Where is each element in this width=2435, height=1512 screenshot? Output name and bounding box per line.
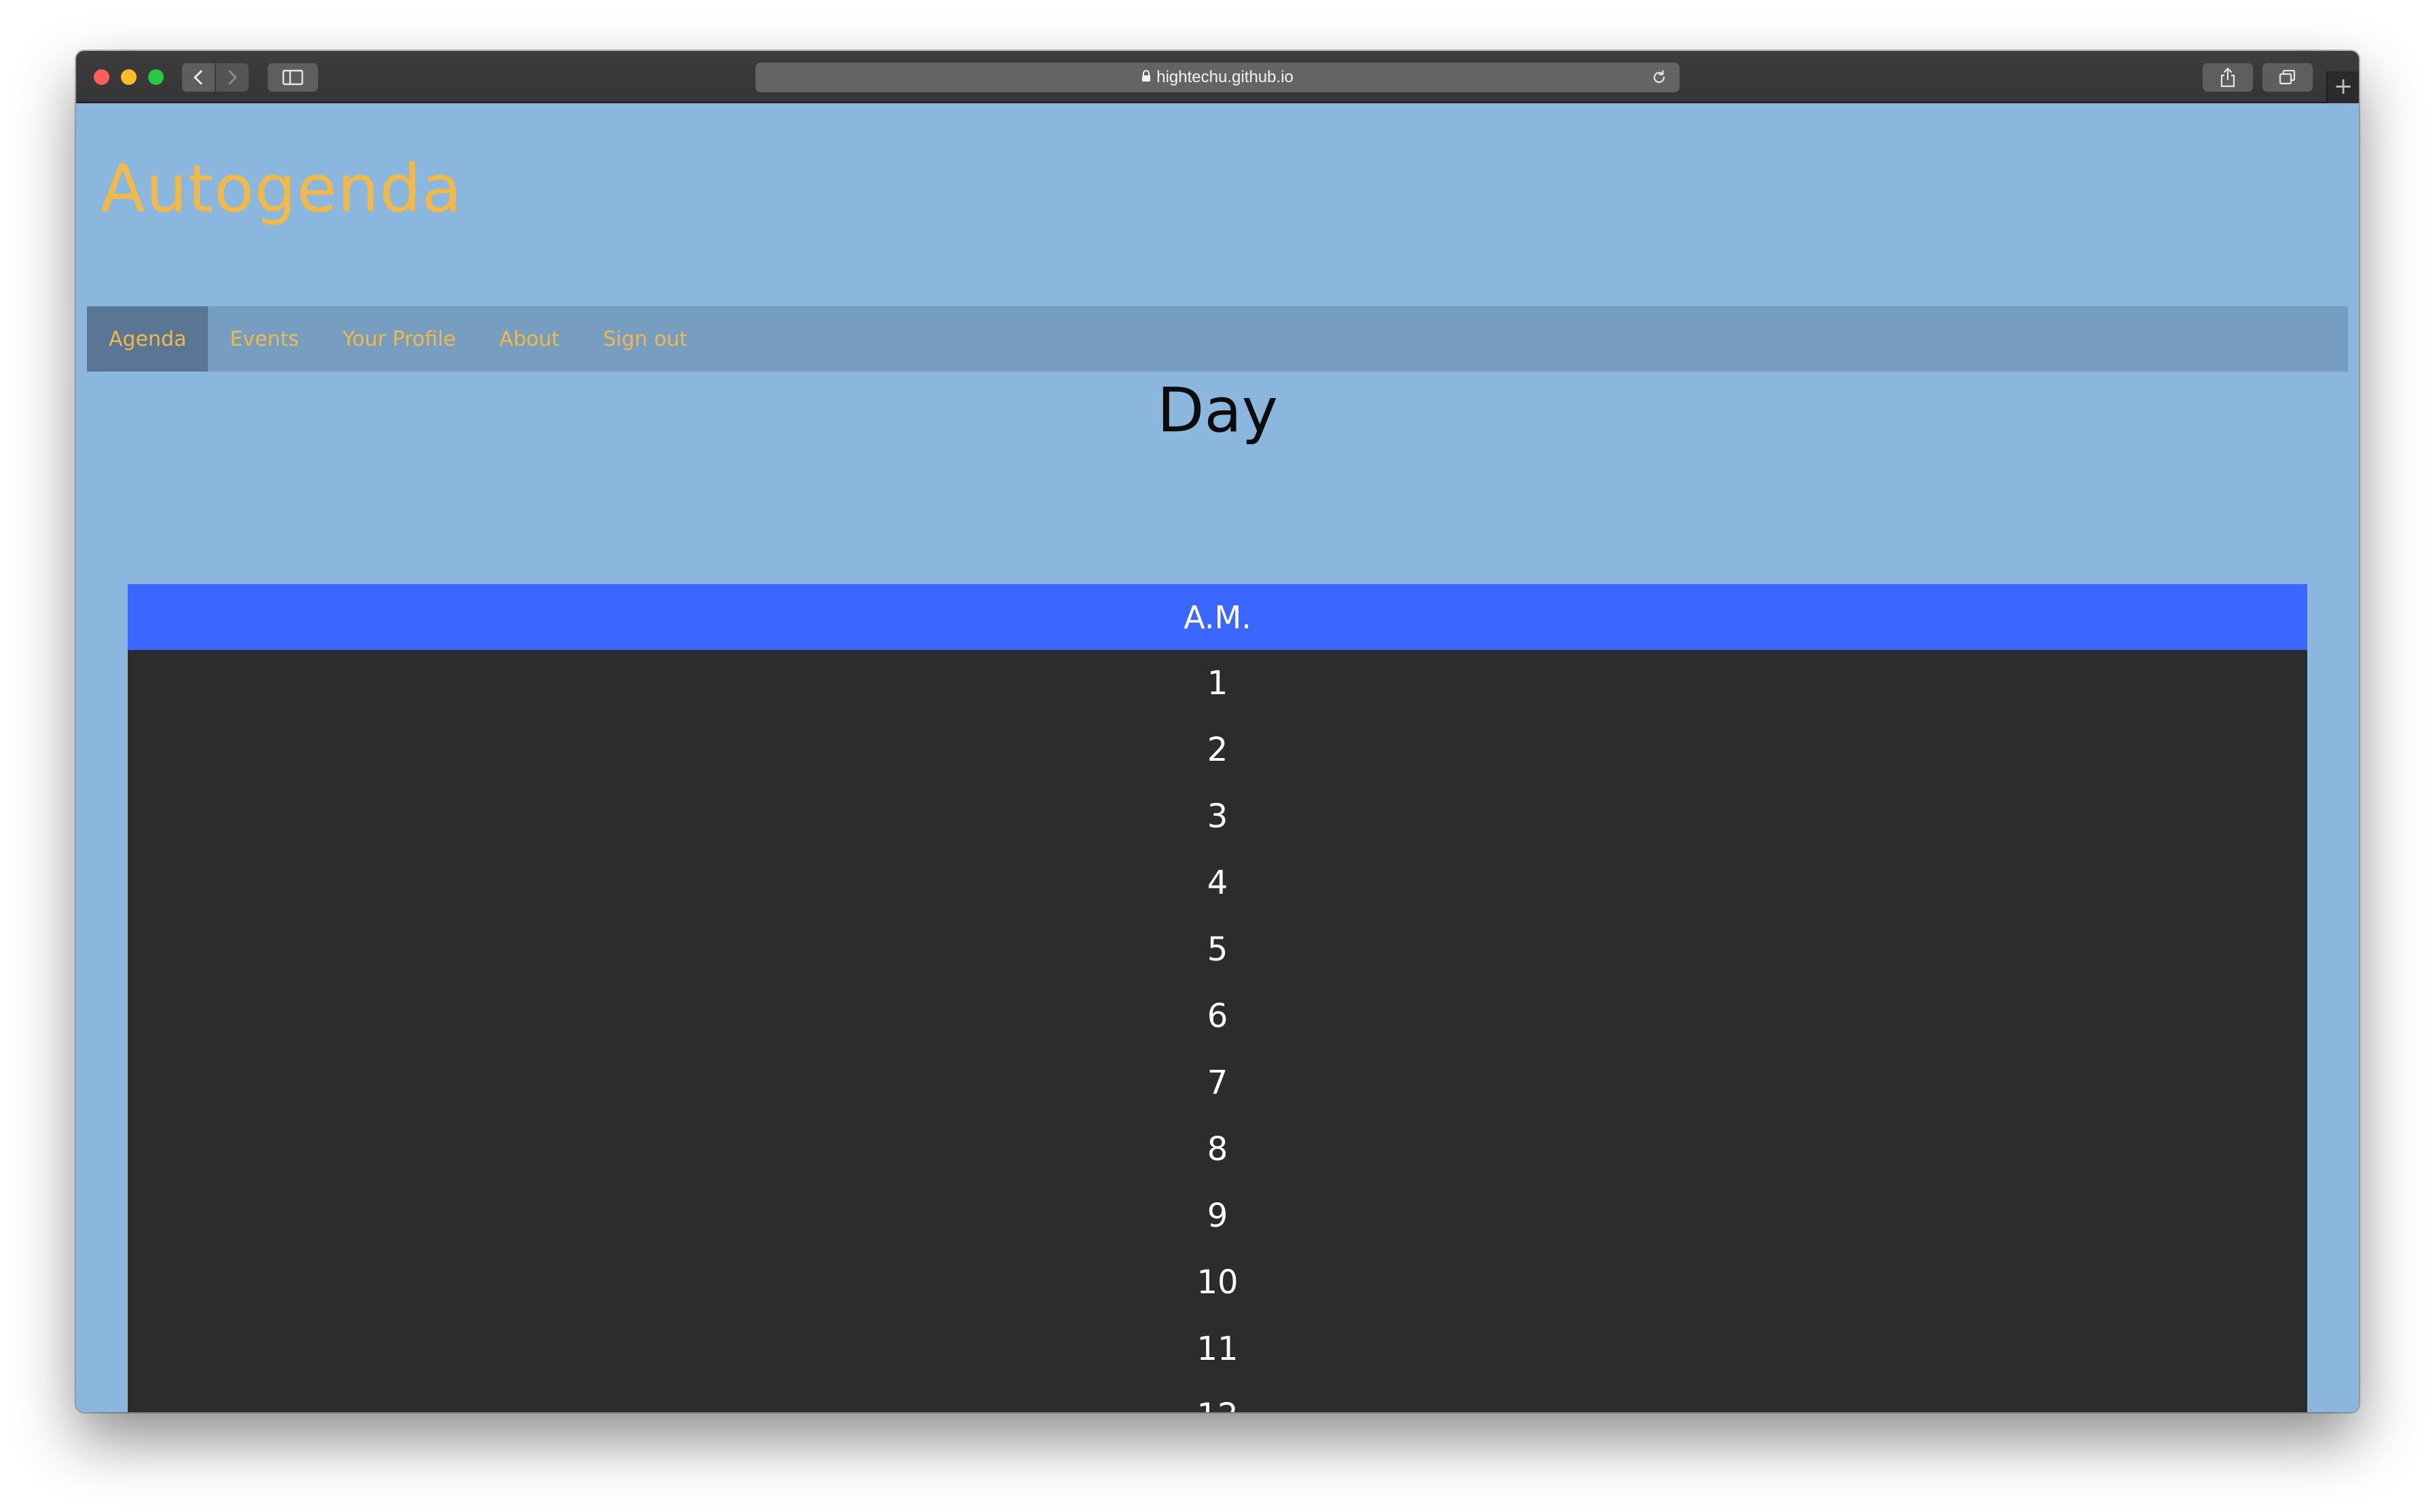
nav-item-about[interactable]: About [478,306,582,372]
share-icon [2220,67,2235,88]
am-section-header: A.M. [128,584,2307,650]
browser-toolbar: hightechu.github.io + [76,51,2359,104]
nav-item-your-profile[interactable]: Your Profile [321,306,478,372]
web-page: Autogenda Agenda Events Your Profile Abo… [76,103,2359,1412]
sidebar-icon [282,69,304,86]
plus-icon: + [2333,73,2353,100]
minimize-window-button[interactable] [121,69,137,85]
new-tab-button[interactable]: + [2326,71,2359,104]
hour-slot[interactable]: 5 [128,916,2307,983]
show-tabs-button[interactable] [2262,63,2313,92]
zoom-window-button[interactable] [148,69,164,85]
share-button[interactable] [2203,63,2253,92]
back-button[interactable] [182,63,215,92]
sidebar-toggle-button[interactable] [268,63,318,92]
hour-slot[interactable]: 11 [128,1316,2307,1382]
page-title: Day [1157,375,1278,446]
hour-slot[interactable]: 7 [128,1049,2307,1116]
address-bar[interactable]: hightechu.github.io [756,62,1679,92]
hour-slot[interactable]: 10 [128,1249,2307,1316]
hour-list: 1 2 3 4 5 6 7 8 9 10 11 12 [128,650,2307,1412]
reload-icon[interactable] [1651,69,1667,90]
forward-button[interactable] [216,63,249,92]
hour-slot[interactable]: 6 [128,983,2307,1049]
hour-slot[interactable]: 12 [128,1382,2307,1412]
nav-item-agenda[interactable]: Agenda [87,306,209,372]
chevron-left-icon [194,70,202,85]
hour-slot[interactable]: 8 [128,1116,2307,1183]
nav-item-events[interactable]: Events [208,306,321,372]
site-title[interactable]: Autogenda [101,151,463,227]
close-window-button[interactable] [94,69,109,85]
hour-slot[interactable]: 4 [128,850,2307,916]
hour-slot[interactable]: 1 [128,650,2307,717]
hour-slot[interactable]: 2 [128,717,2307,783]
day-agenda: A.M. 1 2 3 4 5 6 7 8 9 10 11 12 [128,584,2307,1412]
browser-window: hightechu.github.io + Autogenda Agenda E… [76,51,2359,1412]
hour-slot[interactable]: 9 [128,1183,2307,1249]
address-url: hightechu.github.io [1156,68,1294,86]
chevron-right-icon [228,70,237,85]
hour-slot[interactable]: 3 [128,783,2307,850]
nav-item-sign-out[interactable]: Sign out [582,306,709,372]
main-nav: Agenda Events Your Profile About Sign ou… [87,306,2348,372]
tabs-icon [2279,69,2296,85]
lock-icon [1141,68,1151,87]
